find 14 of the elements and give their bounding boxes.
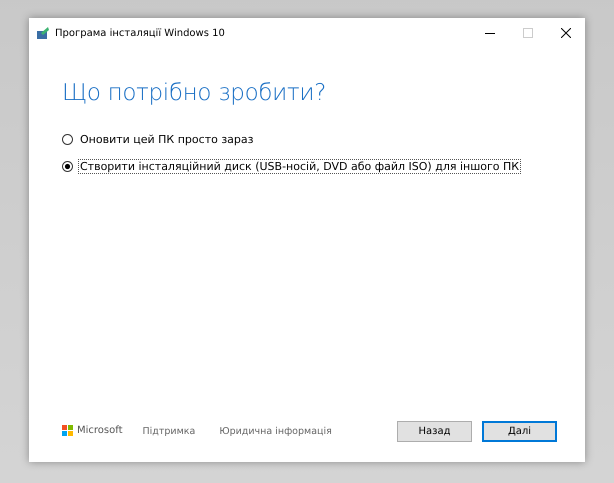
next-button[interactable]: Далі (482, 420, 557, 442)
microsoft-logo-icon (62, 424, 73, 436)
radio-button[interactable] (62, 134, 73, 145)
close-icon[interactable] (561, 28, 571, 38)
radio-button[interactable] (62, 161, 73, 172)
brand-name: Microsoft (77, 424, 123, 436)
window-title: Програма інсталяції Windows 10 (55, 28, 226, 38)
option-label: Створити інсталяційний диск (USB-носій, DVD або файл ISO) для іншого ПК (78, 159, 522, 174)
app-icon (37, 27, 49, 39)
footer-link[interactable]: Юридична інформація (219, 426, 332, 436)
footer-link[interactable]: Підтримка (142, 426, 196, 436)
option-label: Оновити цей ПК просто зараз (79, 132, 254, 147)
page-heading: Що потрібно зробити? (62, 80, 328, 106)
back-button[interactable]: Назад (397, 420, 472, 442)
